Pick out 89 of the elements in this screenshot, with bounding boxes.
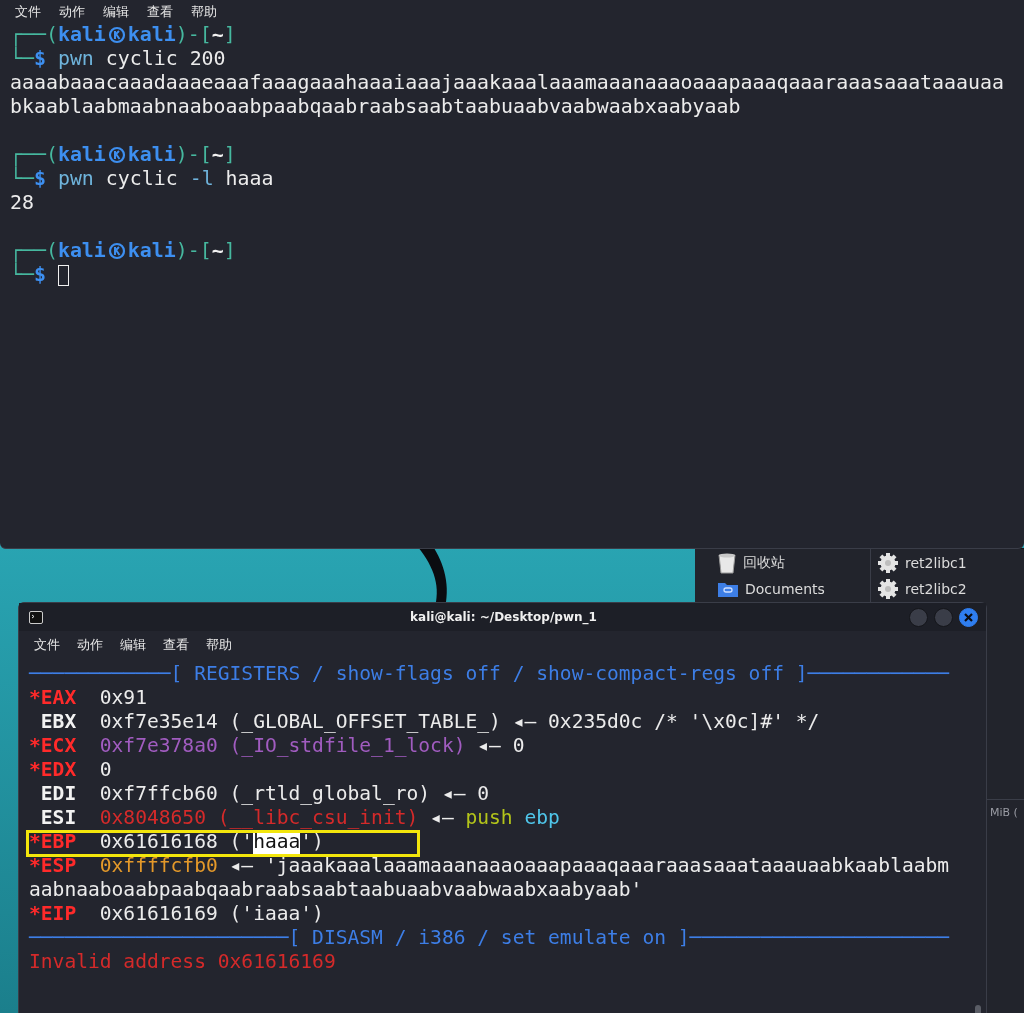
terminal-text: *EBP bbox=[29, 830, 77, 854]
terminal-text: ┌──( bbox=[10, 23, 58, 46]
place-item[interactable]: Documents bbox=[745, 580, 825, 597]
terminal-text: kali bbox=[127, 143, 176, 167]
terminal-text: ] bbox=[223, 239, 236, 263]
gear-icon bbox=[877, 577, 899, 600]
terminal-text: ] bbox=[223, 23, 236, 47]
terminal-text: -l bbox=[189, 167, 214, 191]
terminal-text: )-[ bbox=[175, 23, 212, 47]
terminal-text: └─ bbox=[10, 263, 34, 287]
terminal-text: haaa bbox=[224, 167, 274, 191]
terminal-text: ◂— bbox=[429, 806, 455, 830]
terminal-text: ~ bbox=[211, 239, 224, 263]
terminal-text: 0xf7ffcb60 (_rtld_global_ro) ◂— 0 bbox=[98, 782, 490, 806]
terminal-text: 0xf7e35e14 (_GLOBAL_OFFSET_TABLE_) ◂— 0x235d0c /* '\x0c]#' */ bbox=[98, 710, 820, 734]
terminal-text: bkaablaabmaabnaaboaabpaabqaabraabsaabtaabuaabvaabwaabxaabyaab bbox=[10, 95, 741, 119]
maximize-button[interactable] bbox=[934, 607, 953, 627]
terminal-text: └─ bbox=[10, 47, 34, 71]
terminal-text: ~ bbox=[211, 23, 224, 47]
menu-item[interactable]: 查看 bbox=[147, 2, 173, 21]
terminal-text: ──────────────────────[ DISASM / i386 / set emulate on ]────────────────────── bbox=[29, 926, 950, 950]
menu-item[interactable]: 文件 bbox=[34, 636, 60, 654]
status-text: MiB ( bbox=[990, 806, 1018, 819]
terminal-text: 0 bbox=[98, 758, 112, 782]
terminal-text: ESI bbox=[39, 806, 77, 830]
place-item[interactable]: 回收站 bbox=[743, 553, 785, 572]
terminal-text: *ESP bbox=[29, 854, 77, 878]
minimize-button[interactable] bbox=[909, 607, 928, 627]
terminal-text: kali bbox=[57, 143, 106, 167]
terminal-text: ] bbox=[223, 143, 236, 167]
menu-item[interactable]: 文件 bbox=[15, 2, 41, 21]
terminal-text: 0xffffcfb0 bbox=[98, 854, 218, 878]
menu-item[interactable]: 帮助 bbox=[206, 636, 232, 654]
terminal-text: pwn bbox=[56, 47, 94, 71]
terminal-text: 0x91 bbox=[98, 686, 147, 710]
terminal-text: ┌──( bbox=[10, 143, 58, 166]
terminal-text: kali bbox=[57, 23, 106, 47]
terminal-text: ebp bbox=[523, 806, 560, 830]
terminal-text: ~ bbox=[211, 143, 224, 167]
menu-item[interactable]: 查看 bbox=[163, 636, 189, 654]
menu-item[interactable]: 帮助 bbox=[191, 2, 217, 21]
terminal-text: push bbox=[465, 806, 513, 830]
terminal-text: EDI bbox=[39, 782, 77, 806]
terminal-text: pwn bbox=[56, 167, 94, 191]
menu-item[interactable]: 动作 bbox=[59, 2, 85, 21]
terminal-text: aaaabaaacaaadaaaeaaafaaagaaahaaaiaaajaaakaaalaaamaaanaaaoaaapaaaqaaaraaasaaataaauaa bbox=[10, 71, 1004, 95]
terminal-text: └─ bbox=[10, 167, 34, 191]
terminal-text: )-[ bbox=[175, 143, 212, 167]
terminal-text: kali bbox=[57, 239, 106, 263]
terminal-text: )-[ bbox=[175, 239, 212, 263]
terminal-text: *EAX bbox=[29, 686, 77, 710]
text-cursor bbox=[57, 264, 69, 286]
terminal-text: cyclic 200 bbox=[104, 47, 226, 71]
menu-item[interactable]: 编辑 bbox=[103, 2, 129, 21]
prompt-symbol-icon bbox=[107, 146, 126, 164]
terminal-text: 28 bbox=[10, 191, 34, 215]
terminal-text: 0xf7e378a0 (_IO_stdfile_1_lock) bbox=[98, 734, 466, 758]
terminal-text: *EIP bbox=[29, 902, 77, 926]
terminal-text: cyclic bbox=[104, 167, 179, 191]
menu-item[interactable]: 编辑 bbox=[120, 636, 146, 654]
terminal-text: 0x61616169 ('iaaa') bbox=[98, 902, 324, 926]
terminal-text: ') bbox=[300, 830, 324, 854]
terminal-text: ◂— 0 bbox=[476, 734, 525, 758]
terminal-text: ────────────[ REGISTERS / show-flags off / show-compact-regs off ]──────────── bbox=[29, 662, 950, 686]
terminal-icon bbox=[29, 610, 43, 624]
terminal-text: aabnaaboaabpaabqaabraabsaabtaabuaabvaabwaabxaabyaab' bbox=[29, 878, 643, 902]
terminal-text: kali bbox=[127, 239, 176, 263]
window-title: kali@kali: ~/Desktop/pwn_1 bbox=[410, 610, 597, 624]
gear-icon bbox=[877, 551, 899, 574]
terminal-text: $ bbox=[33, 47, 46, 71]
terminal-text: $ bbox=[33, 263, 46, 287]
terminal-text: *ECX bbox=[29, 734, 77, 758]
terminal-text: kali bbox=[127, 23, 176, 47]
prompt-symbol-icon bbox=[107, 242, 126, 260]
close-button[interactable] bbox=[959, 607, 978, 627]
terminal-text: $ bbox=[33, 167, 46, 191]
trash-icon bbox=[717, 551, 737, 574]
menu-item[interactable]: 动作 bbox=[77, 636, 103, 654]
prompt-symbol-icon bbox=[107, 26, 126, 44]
terminal-text: Invalid address 0x61616169 bbox=[29, 950, 336, 974]
file-item[interactable]: ret2libc1 bbox=[905, 554, 967, 571]
terminal-text: *EDX bbox=[29, 758, 77, 782]
terminal-text: EBX bbox=[39, 710, 77, 734]
terminal-text: 0x61616168 (' bbox=[98, 830, 254, 854]
terminal-text: ◂— 'jaaakaaalaaamaaanaaaoaaapaaaqaaaraaasaaataaauaabkaablaabm bbox=[228, 854, 950, 878]
close-icon bbox=[964, 612, 973, 622]
file-item[interactable]: ret2libc2 bbox=[905, 580, 967, 597]
terminal-text: 0x8048650 (__libc_csu_init) bbox=[98, 806, 419, 830]
terminal-text: ┌──( bbox=[10, 239, 58, 262]
